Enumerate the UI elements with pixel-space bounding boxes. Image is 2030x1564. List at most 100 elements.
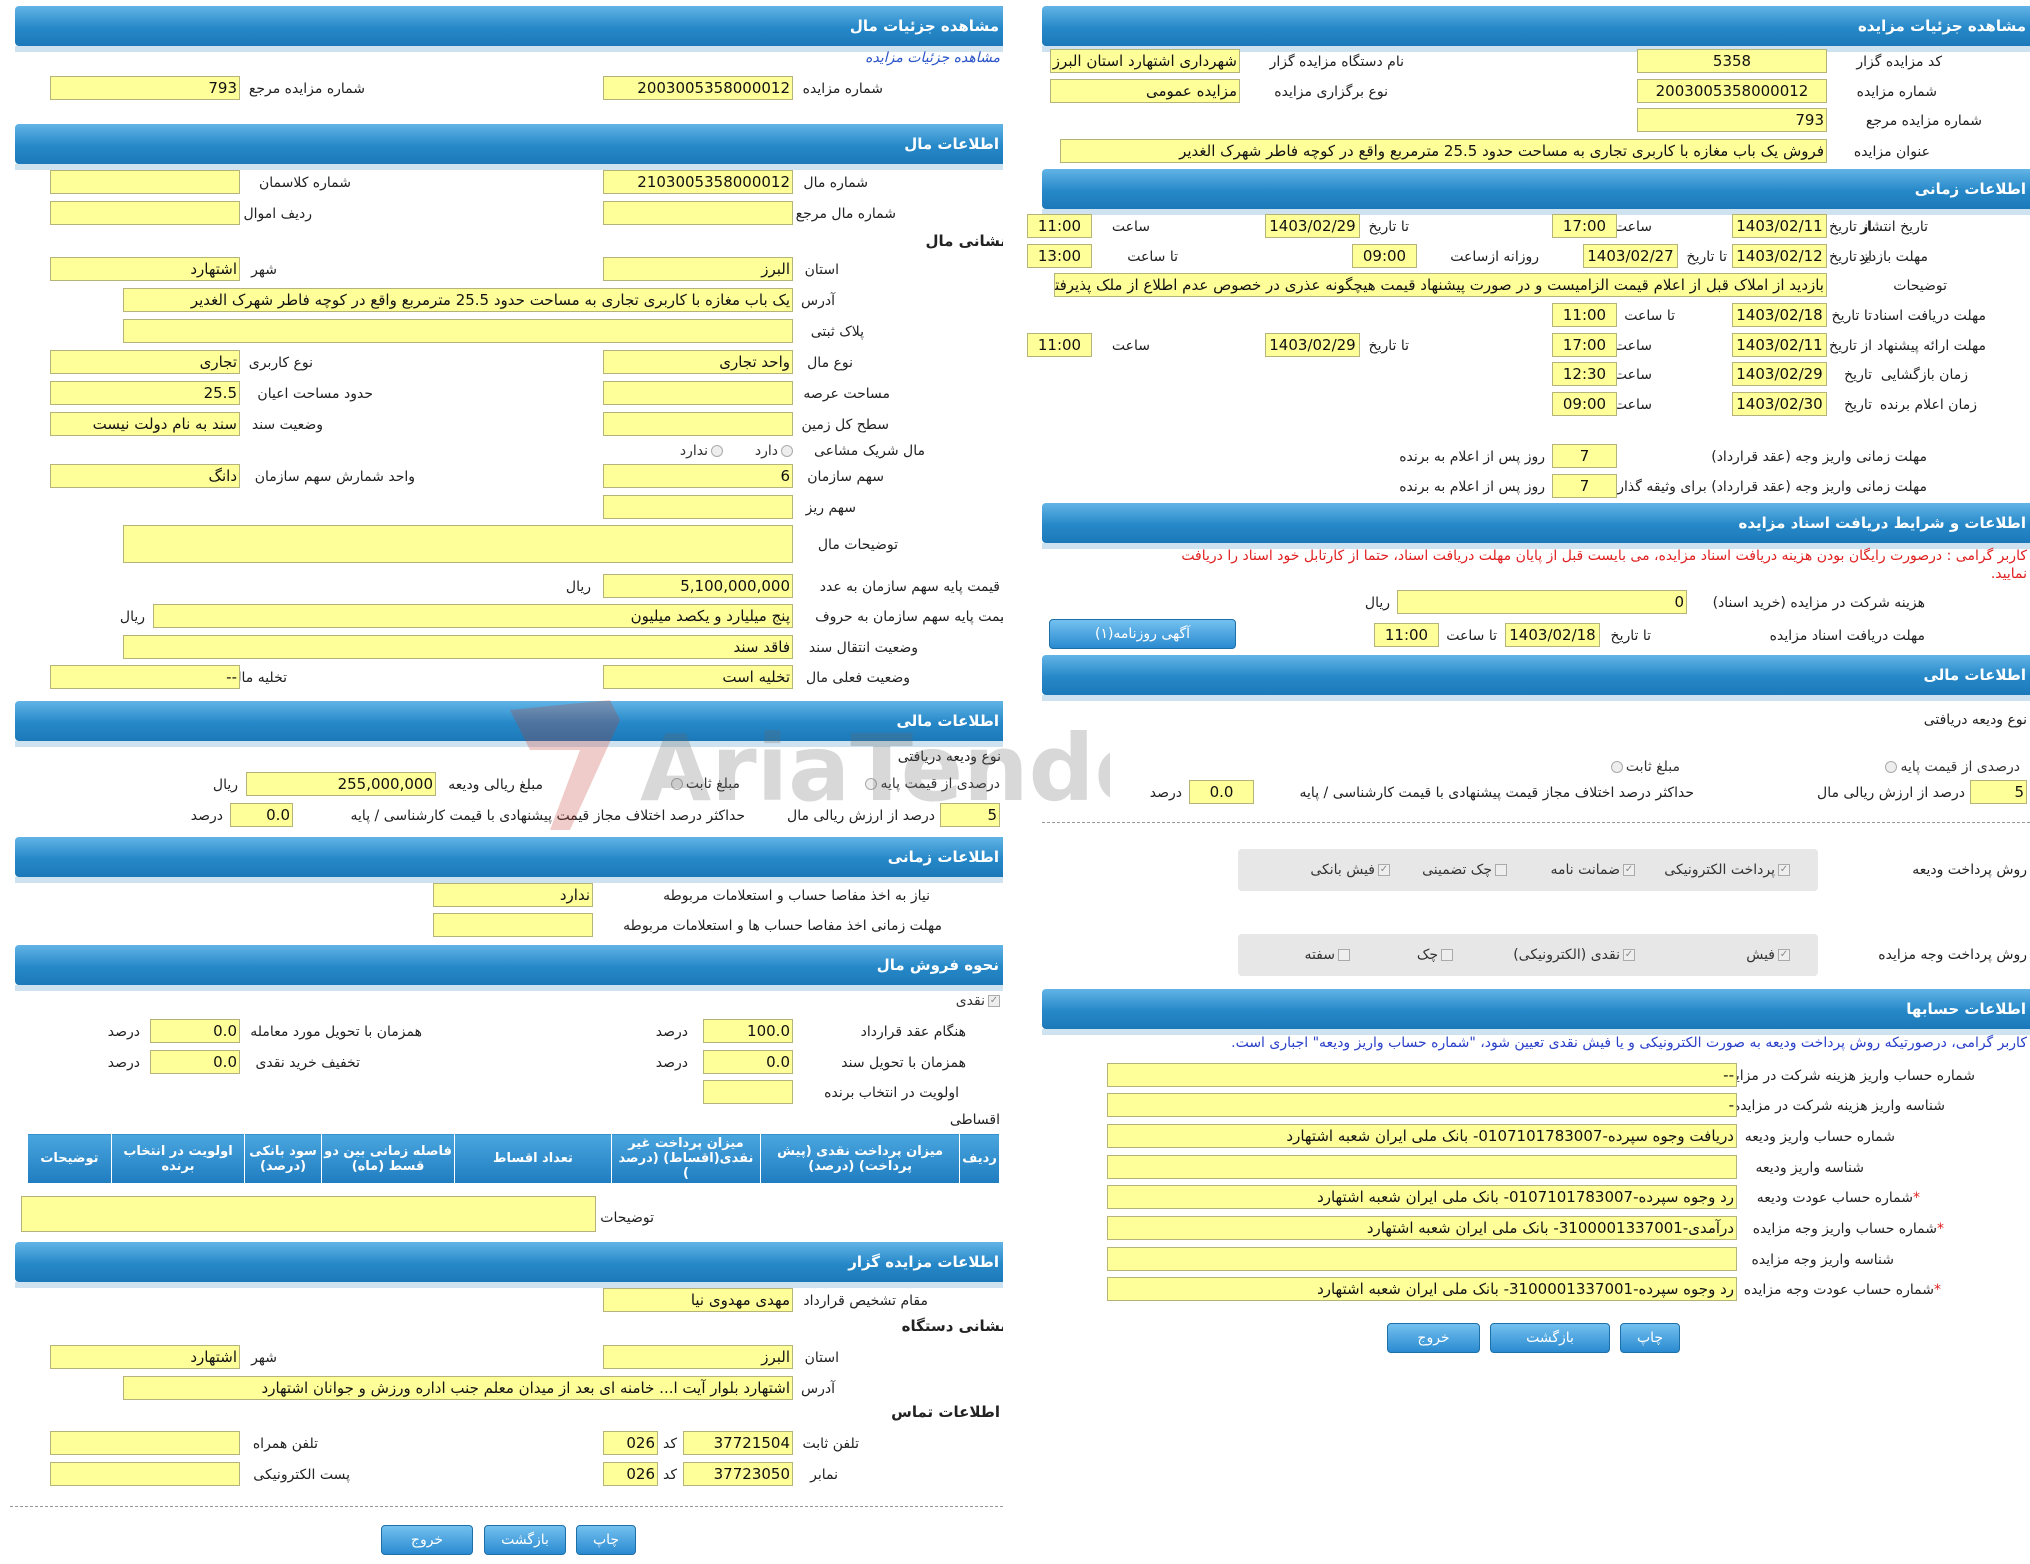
max-diff-label: حداکثر درصد اختلاف مجاز قیمت پیشنهادی با…: [350, 808, 745, 824]
org-city-field: اشتهارد: [50, 1345, 240, 1369]
authority-label: مقام تشخیص قرارداد: [803, 1293, 928, 1309]
back-button[interactable]: بازگشت: [484, 1525, 566, 1555]
ref-no-field: 793: [50, 76, 240, 100]
to-date-label-5: تا تاریخ: [1610, 628, 1651, 644]
with-delivery-field: 0.0: [150, 1019, 240, 1043]
acc-fee-id-field: -: [1107, 1093, 1737, 1117]
area-field: [603, 381, 793, 405]
open-time-field: 12:30: [1552, 362, 1617, 386]
print-button[interactable]: چاپ: [1620, 1323, 1680, 1353]
cash-checkbox[interactable]: ✓نقدی: [956, 991, 1000, 1011]
org-address-field: اشتهارد بلوار آیت ا... خامنه ای بعد از م…: [123, 1376, 793, 1400]
ref-prop-field: [603, 201, 793, 225]
auction-no-field: 2003005358000012: [603, 76, 793, 100]
percent-unit-5: درصد: [107, 1055, 140, 1071]
acc-payment-label: *شماره حساب واریز وجه مزایده: [1752, 1221, 1944, 1237]
evac-field: --: [50, 665, 240, 689]
exit-button[interactable]: خروج: [381, 1525, 473, 1555]
acc-payment-id-field: [1107, 1247, 1737, 1271]
fixed-amount-radio[interactable]: مبلغ ثابت: [668, 774, 740, 794]
property-address-title: نشانی مال: [925, 232, 1004, 250]
deposit-electronic-checkbox[interactable]: ✓پرداخت الکترونیکی: [1664, 860, 1790, 880]
shared-yes-radio[interactable]: دارد: [755, 441, 793, 461]
section-header-organizer: اطلاعات مزایده گزار: [15, 1242, 1003, 1288]
deposit-guarantee-checkbox[interactable]: ✓ضمانت نامه: [1550, 860, 1635, 880]
with-doc-label: همزمان با تحویل سند: [841, 1055, 966, 1071]
newspaper-ad-button[interactable]: آگهی روزنامه(۱): [1049, 619, 1236, 649]
visit-to-field: 1403/02/27: [1583, 244, 1678, 268]
address-label: آدرس: [801, 293, 835, 309]
section-header-auction-details: مشاهده جزئیات مزایده: [1042, 6, 2030, 52]
deposit-type-label: نوع ودیعه دریافتی: [1923, 712, 2027, 728]
deposit-method-label: روش پرداخت ودیعه: [1912, 862, 2027, 878]
winner-date-field: 1403/02/30: [1732, 392, 1827, 416]
percent-base-radio[interactable]: درصدی از قیمت پایه: [862, 774, 1000, 794]
doc-recv-label: مهلت دریافت اسناد: [1872, 308, 1986, 324]
deposit-check-checkbox[interactable]: چک تضمینی: [1422, 860, 1507, 880]
section-header-finance: اطلاعات مالی: [15, 701, 1003, 747]
pay-receipt-checkbox[interactable]: ✓فیش: [1746, 945, 1790, 965]
doc-deadline-label: مهلت دریافت اسناد مزایده: [1769, 628, 1925, 644]
back-button[interactable]: بازگشت: [1490, 1323, 1610, 1353]
publish-from-time-field: 17:00: [1552, 214, 1617, 238]
deposit-rial-field: 255,000,000: [246, 772, 436, 796]
open-label: زمان بازگشایی: [1880, 367, 1968, 383]
fee-field: 0: [1397, 590, 1687, 614]
base-price-label: قیمت پایه سهم سازمان به عدد: [819, 579, 1000, 595]
time-label: ساعت: [1613, 219, 1652, 235]
percent-unit: درصد: [1149, 785, 1182, 801]
with-delivery-label: همزمان با تحویل مورد معامله: [250, 1024, 422, 1040]
base-words-field: پنج میلیارد و یکصد میلیون: [153, 604, 793, 628]
from-date-label-2: از تاریخ: [1829, 249, 1872, 265]
days-after-label-2: روز پس از اعلام به برنده: [1399, 479, 1545, 495]
auction-no-label: شماره مزایده: [1856, 84, 1937, 100]
pay-promissory-checkbox[interactable]: سفته: [1304, 945, 1350, 965]
percent-base-radio[interactable]: درصدی از قیمت پایه: [1882, 757, 2020, 777]
exit-button[interactable]: خروج: [1387, 1323, 1480, 1353]
table-header: میزان پرداخت نقدی (پیش پرداخت) (درصد): [760, 1133, 961, 1184]
ref-prop-label: شماره مال مرجع: [795, 206, 896, 222]
visit-from-field: 1403/02/12: [1732, 244, 1827, 268]
email-label: پست الکترونیکی: [253, 1467, 350, 1483]
fixed-amount-radio[interactable]: مبلغ ثابت: [1608, 757, 1680, 777]
notes-label: توضیحات: [600, 1210, 654, 1226]
doc-recv-time-field: 11:00: [1552, 303, 1617, 327]
acc-deposit-id-field: [1107, 1155, 1737, 1179]
org-name-field: شهرداری اشتهارد استان البرز: [1050, 49, 1240, 73]
pay-deadline-field: 7: [1552, 444, 1617, 468]
print-button[interactable]: چاپ: [576, 1525, 636, 1555]
percent-unit: درصد: [190, 808, 223, 824]
visit-daily-to-field: 13:00: [1027, 244, 1092, 268]
table-header: توضیحات: [27, 1133, 112, 1184]
table-header: ردیف: [959, 1133, 1000, 1184]
section-header-sale: نحوه فروش مال: [15, 945, 1003, 991]
days-after-label: روز پس از اعلام به برنده: [1399, 449, 1545, 465]
winner-time-field: 09:00: [1552, 392, 1617, 416]
org-code-label: کد مزایده گزار: [1856, 54, 1942, 70]
city-label: شهر: [251, 262, 277, 278]
to-date-label-3: تا تاریخ: [1831, 308, 1872, 324]
base-words-label: قیمت پایه سهم سازمان به حروف: [815, 609, 1003, 625]
auction-details-link[interactable]: مشاهده جزئیات مزایده: [865, 50, 1000, 66]
usage-field: تجاری: [50, 350, 240, 374]
max-diff-field: 0.0: [230, 803, 293, 827]
pay-cash-checkbox[interactable]: ✓نقدی (الکترونیکی): [1513, 945, 1635, 965]
installments-table: ردیف میزان پرداخت نقدی (پیش پرداخت) (درص…: [27, 1133, 1000, 1184]
time-label-5: ساعت: [1613, 367, 1652, 383]
ref-no-label: شماره مزایده مرجع: [1865, 113, 1982, 129]
share-unit-label: واحد شمارش سهم سازمان: [254, 469, 415, 485]
province-label: استان: [804, 262, 839, 278]
accounts-notice: کاربر گرامی، درصورتیکه روش پرداخت ودیعه …: [1231, 1035, 2027, 1051]
open-date-field: 1403/02/29: [1732, 362, 1827, 386]
deposit-receipt-checkbox[interactable]: ✓فیش بانکی: [1310, 860, 1390, 880]
mobile-label: تلفن همراه: [252, 1436, 318, 1452]
from-date-label-3: از تاریخ: [1829, 338, 1872, 354]
shared-no-radio[interactable]: ندارد: [680, 441, 723, 461]
pay-check-checkbox[interactable]: چک: [1417, 945, 1453, 965]
to-time-label-3: تا ساعت: [1446, 628, 1497, 644]
fee-label: هزینه شرکت در مزایده (خرید اسناد): [1712, 595, 1925, 611]
share-unit-field: دانگ: [50, 464, 240, 488]
pay-deadline-label: مهلت زمانی واریز وجه (عقد قرارداد): [1711, 449, 1927, 465]
table-header: فاصله زمانی بین دو قسط (ماه): [320, 1133, 456, 1184]
building-field: 25.5: [50, 381, 240, 405]
